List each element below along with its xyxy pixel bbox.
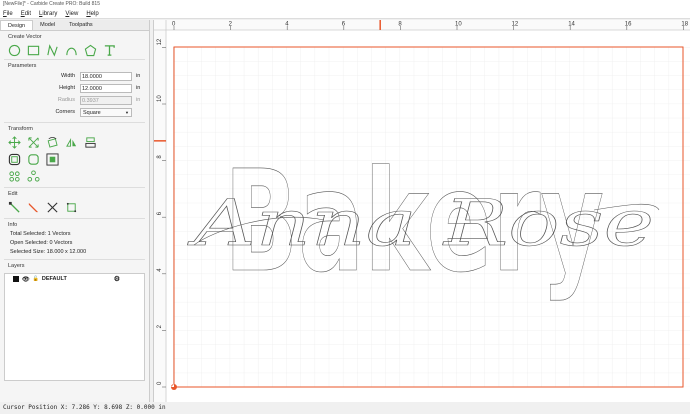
info-selected-size: Selected Size: 18.000 x 12.000: [10, 249, 87, 255]
radius-label: Radius: [57, 97, 75, 103]
radius-unit: in: [136, 97, 141, 103]
y-tick-label: 12: [157, 38, 163, 45]
canvas-svg[interactable]: 0 2 4 6 8 10 12 14 16 18 024681012 Bakery Anna Ro…: [154, 20, 690, 402]
trim-icon[interactable]: [46, 201, 59, 214]
menu-bar: File Edit Library View Help: [0, 9, 690, 19]
tab-toolpaths[interactable]: Toolpaths: [62, 20, 100, 30]
corners-value: Square: [83, 110, 101, 116]
transform-title: Transform: [8, 126, 33, 132]
origin-icon: [171, 384, 177, 390]
menu-help[interactable]: Help: [86, 11, 98, 17]
layers-panel: 👁 🔓 DEFAULT ⚙: [4, 273, 145, 381]
mirror-icon[interactable]: [65, 136, 78, 149]
x-tick-label: 18: [681, 22, 688, 28]
width-label: Width: [60, 73, 75, 79]
sidebar: Design Model Toolpaths Create Vector Par…: [0, 20, 150, 402]
parameters-title: Parameters: [8, 63, 37, 69]
design-canvas[interactable]: 0 2 4 6 8 10 12 14 16 18 0 2 4 6 8 10 12 Bakery Anna Ro…: [153, 20, 690, 402]
node-edit-icon[interactable]: [8, 201, 21, 214]
menu-file[interactable]: File: [3, 11, 13, 17]
group-icon[interactable]: [8, 170, 21, 183]
knife-icon[interactable]: [27, 201, 40, 214]
corners-select[interactable]: Square ▼: [80, 108, 132, 117]
chevron-down-icon: ▼: [125, 110, 129, 115]
tab-design[interactable]: Design: [0, 20, 34, 30]
scale-icon[interactable]: [27, 136, 40, 149]
height-field[interactable]: 12.0000: [80, 84, 132, 93]
corners-row: Corners Square ▼: [0, 107, 149, 119]
layer-color-swatch[interactable]: [13, 276, 19, 282]
corners-label: Corners: [55, 109, 75, 115]
radius-row: Radius 0.3937 in: [0, 95, 149, 107]
rectangle-tool-icon[interactable]: [27, 44, 40, 57]
sidebar-tabs: Design Model Toolpaths: [0, 20, 149, 31]
info-total-selected: Total Selected: 1 Vectors: [10, 231, 71, 237]
move-icon[interactable]: [8, 136, 21, 149]
info-title: Info: [8, 222, 18, 228]
join-icon[interactable]: [65, 201, 78, 214]
anna-rose-vector-text[interactable]: Anna Rose: [187, 187, 654, 262]
polygon-tool-icon[interactable]: [84, 44, 97, 57]
pattern-icon[interactable]: [27, 170, 40, 183]
fillet-icon[interactable]: [27, 153, 40, 166]
offset-icon[interactable]: [8, 153, 21, 166]
transform-tools-row-3: [0, 168, 149, 185]
width-field[interactable]: 18.0000: [80, 72, 132, 81]
height-unit: in: [136, 85, 141, 91]
x-tick-label: 12: [512, 22, 519, 28]
boundary-icon[interactable]: [46, 153, 59, 166]
create-vector-title: Create Vector: [8, 34, 42, 40]
width-unit: in: [136, 73, 141, 79]
lock-icon[interactable]: 🔓: [33, 276, 39, 282]
polyline-tool-icon[interactable]: [46, 44, 59, 57]
align-icon[interactable]: [84, 136, 97, 149]
x-tick-label: 16: [625, 22, 632, 28]
layers-title: Layers: [8, 263, 25, 269]
menu-edit[interactable]: Edit: [21, 11, 31, 17]
circle-tool-icon[interactable]: [8, 44, 21, 57]
width-row: Width 18.0000 in: [0, 71, 149, 83]
status-bar: Cursor Position X: 7.286 Y: 8.698 Z: 0.0…: [0, 402, 690, 414]
info-open-selected: Open Selected: 0 Vectors: [10, 240, 73, 246]
layer-row[interactable]: 👁 🔓 DEFAULT ⚙: [5, 274, 144, 284]
gear-icon[interactable]: ⚙: [114, 275, 120, 283]
vertical-ruler: [154, 20, 166, 402]
menu-library[interactable]: Library: [39, 11, 57, 17]
edit-tools: [0, 199, 149, 216]
radius-field: 0.3937: [80, 96, 132, 105]
x-tick-label: 10: [455, 22, 462, 28]
tab-model[interactable]: Model: [33, 20, 62, 30]
layer-name: DEFAULT: [41, 276, 67, 282]
eye-icon[interactable]: 👁: [22, 276, 30, 283]
edit-title: Edit: [8, 191, 18, 197]
height-label: Height: [59, 85, 75, 91]
menu-view[interactable]: View: [65, 11, 78, 17]
y-tick-label: 10: [157, 95, 163, 102]
horizontal-ruler: [154, 20, 690, 30]
create-vector-tools: [0, 42, 149, 59]
x-tick-label: 14: [568, 22, 575, 28]
window-title: [NewFile]* - Carbide Create PRO: Build 8…: [0, 0, 690, 9]
rotate-icon[interactable]: [46, 136, 59, 149]
height-row: Height 12.0000 in: [0, 83, 149, 95]
transform-tools-row-2: [0, 151, 149, 168]
text-tool-icon[interactable]: [103, 44, 116, 57]
curve-tool-icon[interactable]: [65, 44, 78, 57]
transform-tools-row-1: [0, 134, 149, 151]
